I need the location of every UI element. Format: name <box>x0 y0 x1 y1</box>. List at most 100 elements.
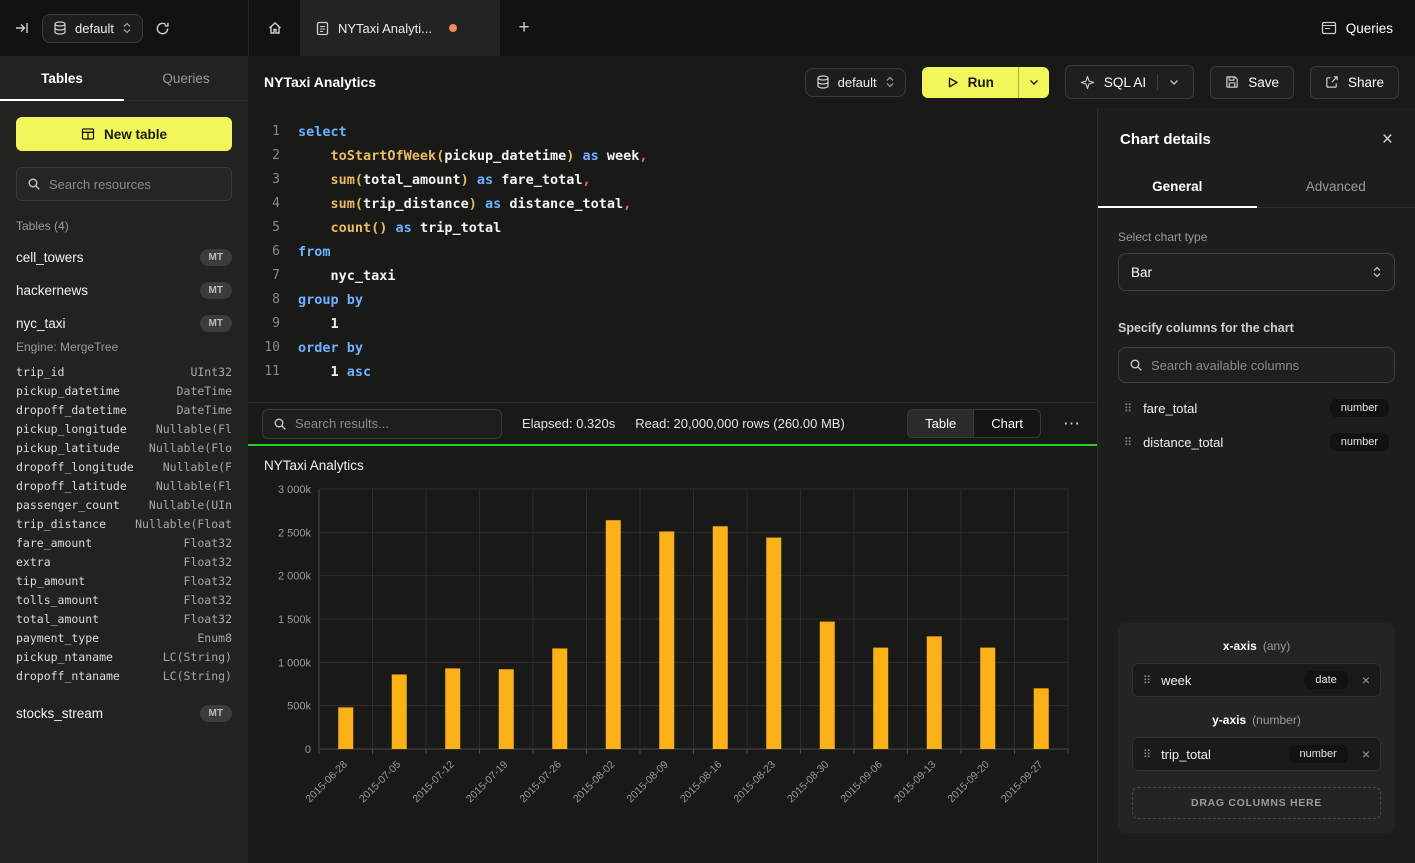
close-icon[interactable]: × <box>1382 130 1393 149</box>
x-tick-label: 2015-08-16 <box>678 759 725 806</box>
bar[interactable] <box>659 531 674 749</box>
search-icon <box>27 177 41 191</box>
bar[interactable] <box>606 520 621 749</box>
column-row: extraFloat32 <box>16 552 232 571</box>
sql-editor[interactable]: 1select2 toStartOfWeek(pickup_datetime) … <box>248 108 1097 402</box>
results-toolbar: Elapsed: 0.320s Read: 20,000,000 rows (2… <box>248 402 1097 444</box>
column-row: total_amountFloat32 <box>16 609 232 628</box>
view-table-segment[interactable]: Table <box>908 410 973 437</box>
columns-list: trip_idUInt32pickup_datetimeDateTimedrop… <box>16 362 232 685</box>
updown-chevron-icon <box>122 21 132 35</box>
code-line: 6from <box>248 240 1097 264</box>
share-button[interactable]: Share <box>1310 66 1399 99</box>
remove-icon[interactable]: × <box>1362 746 1370 762</box>
drag-handle-icon[interactable]: ⠿ <box>1143 674 1151 687</box>
workspace: NYTaxi Analytics default Run <box>248 56 1415 863</box>
table-row[interactable]: stocks_streamMT <box>16 697 232 730</box>
line-number: 8 <box>248 288 280 312</box>
column-row: dropoff_latitudeNullable(Fl <box>16 476 232 495</box>
sidebar-tab-queries[interactable]: Queries <box>124 56 248 100</box>
sql-ai-button[interactable]: SQL AI <box>1065 65 1194 99</box>
unsaved-dot <box>449 24 457 32</box>
results-search-input[interactable] <box>295 416 491 431</box>
read-stat: Read: 20,000,000 rows (260.00 MB) <box>635 416 845 431</box>
updown-chevron-icon <box>885 75 895 89</box>
x-tick-label: 2015-07-12 <box>410 759 457 806</box>
line-number: 3 <box>248 168 280 192</box>
database-icon <box>816 75 830 89</box>
resource-search-input[interactable] <box>49 177 221 192</box>
column-name: extra <box>16 555 51 569</box>
database-icon <box>53 21 67 35</box>
details-body: Select chart type Bar Specify columns fo… <box>1098 208 1415 863</box>
code-line: 3 sum(total_amount) as fare_total, <box>248 168 1097 192</box>
table-icon <box>81 127 95 141</box>
ai-sparkle-icon <box>1080 75 1095 90</box>
available-column[interactable]: ⠿fare_totalnumber <box>1118 391 1395 425</box>
run-options-button[interactable] <box>1018 67 1049 98</box>
more-options-icon[interactable]: ⋯ <box>1061 414 1083 434</box>
column-name: dropoff_datetime <box>16 403 127 417</box>
column-name: dropoff_latitude <box>16 479 127 493</box>
type-badge: date <box>1304 671 1347 689</box>
bar[interactable] <box>713 526 728 749</box>
new-table-button[interactable]: New table <box>16 117 232 151</box>
updown-chevron-icon <box>1372 265 1382 279</box>
tab-general[interactable]: General <box>1098 167 1257 207</box>
bar[interactable] <box>873 648 888 749</box>
x-axis-label: x-axis(any) <box>1132 639 1381 653</box>
bar[interactable] <box>980 648 995 749</box>
table-row[interactable]: nyc_taxiMT <box>16 307 232 340</box>
run-button[interactable]: Run <box>922 67 1049 98</box>
bar[interactable] <box>1034 688 1049 749</box>
save-icon <box>1225 75 1239 89</box>
bar[interactable] <box>445 668 460 749</box>
tab-advanced[interactable]: Advanced <box>1257 167 1415 207</box>
chevron-down-icon[interactable] <box>1169 79 1179 86</box>
refresh-icon[interactable] <box>155 21 170 36</box>
table-row[interactable]: hackernewsMT <box>16 274 232 307</box>
chart-details-panel: Chart details × General Advanced Select … <box>1097 108 1415 863</box>
view-chart-segment[interactable]: Chart <box>973 410 1040 437</box>
queries-button[interactable]: Queries <box>1321 21 1393 36</box>
table-row[interactable]: cell_towersMT <box>16 241 232 274</box>
axis-column[interactable]: ⠿trip_totalnumber× <box>1132 737 1381 771</box>
column-label: distance_total <box>1143 435 1223 450</box>
results-search <box>262 409 502 439</box>
column-type: DateTime <box>177 403 232 417</box>
bar[interactable] <box>499 669 514 749</box>
new-tab-button[interactable]: + <box>500 0 548 56</box>
bar[interactable] <box>392 674 407 749</box>
columns-search-input[interactable] <box>1151 358 1384 373</box>
available-column[interactable]: ⠿distance_totalnumber <box>1118 425 1395 459</box>
topbar-left: default <box>0 0 248 56</box>
column-row: pickup_latitudeNullable(Flo <box>16 438 232 457</box>
drag-handle-icon[interactable]: ⠿ <box>1124 436 1132 449</box>
topbar-right: Queries <box>1321 0 1415 56</box>
bar[interactable] <box>927 636 942 749</box>
drop-zone[interactable]: DRAG COLUMNS HERE <box>1132 787 1381 819</box>
database-selector[interactable]: default <box>42 14 143 43</box>
code-line: 5 count() as trip_total <box>248 216 1097 240</box>
elapsed-stat: Elapsed: 0.320s <box>522 416 615 431</box>
query-database-selector[interactable]: default <box>805 68 906 97</box>
column-type: Nullable(Float <box>135 517 232 531</box>
drag-handle-icon[interactable]: ⠿ <box>1143 748 1151 761</box>
x-tick-label: 2015-08-23 <box>731 759 778 806</box>
column-name: tolls_amount <box>16 593 99 607</box>
collapse-sidebar-icon[interactable] <box>14 20 30 36</box>
remove-icon[interactable]: × <box>1362 672 1370 688</box>
drag-handle-icon[interactable]: ⠿ <box>1124 402 1132 415</box>
sidebar-tab-tables[interactable]: Tables <box>0 56 124 100</box>
bar[interactable] <box>552 648 567 749</box>
bar[interactable] <box>338 707 353 749</box>
home-tab[interactable] <box>248 0 300 56</box>
tab-nytaxi-analytics[interactable]: NYTaxi Analyti... <box>300 0 500 56</box>
bar[interactable] <box>766 538 781 749</box>
bar-chart: 0500k1 000k1 500k2 000k2 500k3 000k2015-… <box>264 477 1081 837</box>
chart-type-select[interactable]: Bar <box>1118 253 1395 291</box>
axis-column[interactable]: ⠿weekdate× <box>1132 663 1381 697</box>
code-line: 9 1 <box>248 312 1097 336</box>
bar[interactable] <box>820 622 835 749</box>
save-button[interactable]: Save <box>1210 66 1294 99</box>
